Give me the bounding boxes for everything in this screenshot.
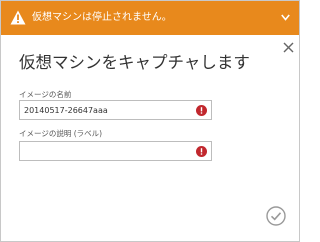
image-name-value: 20140517-26647aaa <box>24 106 108 115</box>
image-name-label: イメージの名前 <box>19 90 72 99</box>
close-icon[interactable] <box>283 42 294 53</box>
dialog-title: 仮想マシンをキャプチャします <box>19 53 250 72</box>
image-description-label: イメージの説明 (ラベル) <box>19 129 103 138</box>
error-icon <box>196 105 207 116</box>
warning-bar[interactable]: 仮想マシンは停止されません。 <box>1 1 299 35</box>
warning-message: 仮想マシンは停止されません。 <box>32 12 172 23</box>
capture-vm-dialog: 仮想マシンは停止されません。 仮想マシンをキャプチャします イメージの名前 20… <box>0 0 300 242</box>
warning-triangle-icon <box>10 10 26 25</box>
image-name-field[interactable]: 20140517-26647aaa <box>19 100 212 120</box>
error-icon <box>196 146 207 157</box>
chevron-down-icon[interactable] <box>281 14 290 21</box>
confirm-checkmark-icon[interactable] <box>266 206 286 226</box>
image-description-field[interactable] <box>19 141 212 161</box>
